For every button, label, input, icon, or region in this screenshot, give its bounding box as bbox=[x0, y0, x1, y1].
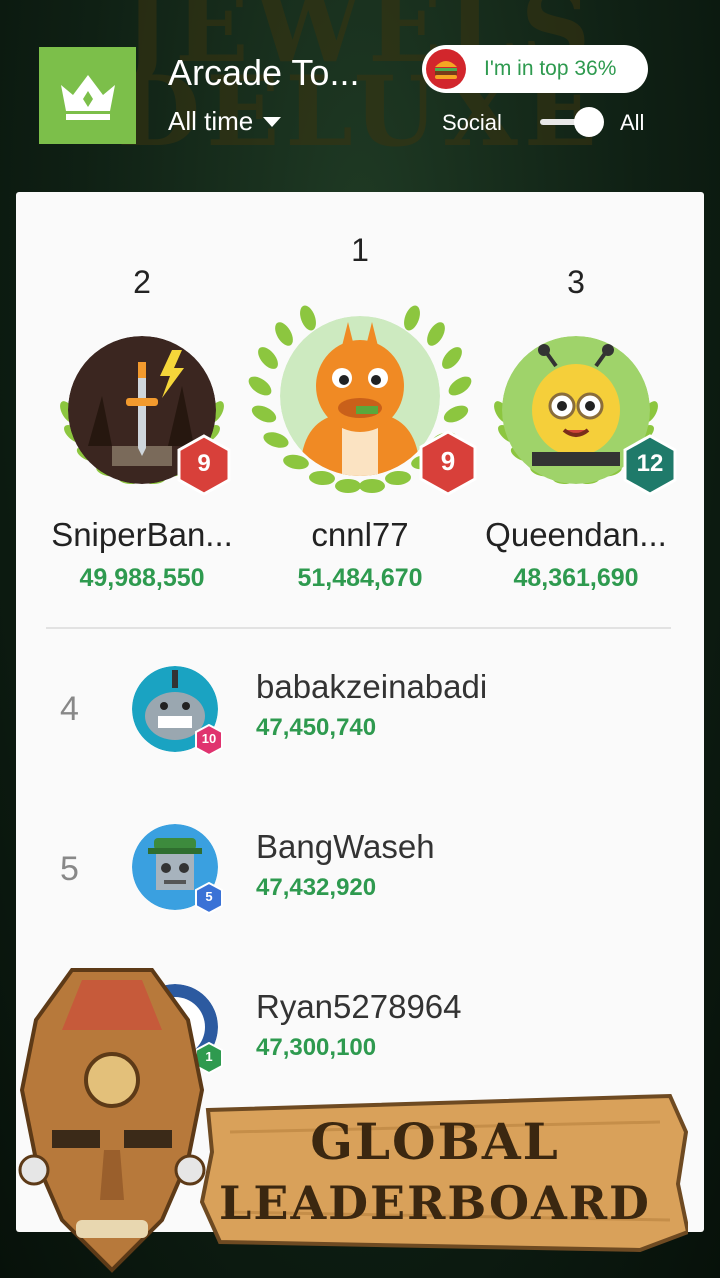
podium-entry-1[interactable]: 1 9 cnnl77 51,484,670 bbox=[248, 192, 477, 612]
podium-divider bbox=[46, 627, 671, 629]
banner-title-line1: GLOBAL bbox=[310, 1112, 560, 1171]
level-badge-value: 9 bbox=[197, 450, 211, 477]
period-dropdown[interactable]: All time bbox=[168, 106, 282, 137]
level-badge-value: 10 bbox=[201, 731, 217, 746]
podium-rank: 1 bbox=[351, 232, 369, 268]
row-player-name: BangWaseh bbox=[256, 828, 435, 865]
crown-icon bbox=[60, 74, 115, 120]
podium-rank: 3 bbox=[567, 264, 585, 300]
burger-icon bbox=[426, 49, 466, 89]
level-badge-value: 9 bbox=[440, 446, 456, 476]
orange-dragon-avatar bbox=[280, 316, 440, 476]
segment-all-label[interactable]: All bbox=[620, 110, 644, 136]
dropdown-caret-icon bbox=[263, 116, 282, 127]
podium-entry-3[interactable]: 3 12 Queendan... 48,361,690 bbox=[476, 192, 677, 612]
rank-percentile-pill[interactable]: I'm in top 36% bbox=[422, 45, 648, 93]
rank-percentile-text: I'm in top 36% bbox=[484, 57, 617, 80]
row-player-score: 47,450,740 bbox=[256, 714, 377, 741]
level-badge-value: 12 bbox=[636, 450, 664, 477]
podium-player-score: 51,484,670 bbox=[297, 564, 423, 592]
row-rank: 5 bbox=[60, 850, 79, 888]
level-badge-value: 5 bbox=[205, 889, 213, 904]
segment-social-label[interactable]: Social bbox=[442, 110, 502, 136]
leaderboard-title: Arcade To... bbox=[168, 52, 360, 93]
row-player-score: 47,300,100 bbox=[256, 1034, 377, 1061]
row-player-name: Ryan5278964 bbox=[256, 988, 462, 1025]
podium-player-name: Queendan... bbox=[485, 516, 667, 553]
leaderboard-crown-button[interactable] bbox=[39, 47, 136, 144]
row-rank: 4 bbox=[60, 690, 79, 728]
tribal-mask-icon bbox=[18, 968, 206, 1273]
period-label: All time bbox=[168, 106, 254, 136]
row-player-name: babakzeinabadi bbox=[256, 668, 488, 705]
podium-player-score: 49,988,550 bbox=[79, 564, 205, 592]
podium-player-name: cnnl77 bbox=[311, 516, 409, 553]
podium-player-score: 48,361,690 bbox=[513, 564, 639, 592]
banner-title-line2: LEADERBOARD bbox=[219, 1176, 651, 1230]
podium-entry-2[interactable]: 2 9 SniperBan... 49,988,550 bbox=[42, 192, 242, 612]
podium-player-name: SniperBan... bbox=[51, 516, 233, 553]
row-player-score: 47,432,920 bbox=[256, 874, 377, 901]
social-all-toggle[interactable] bbox=[538, 106, 606, 138]
toggle-knob bbox=[574, 107, 604, 137]
podium-rank: 2 bbox=[133, 264, 151, 300]
